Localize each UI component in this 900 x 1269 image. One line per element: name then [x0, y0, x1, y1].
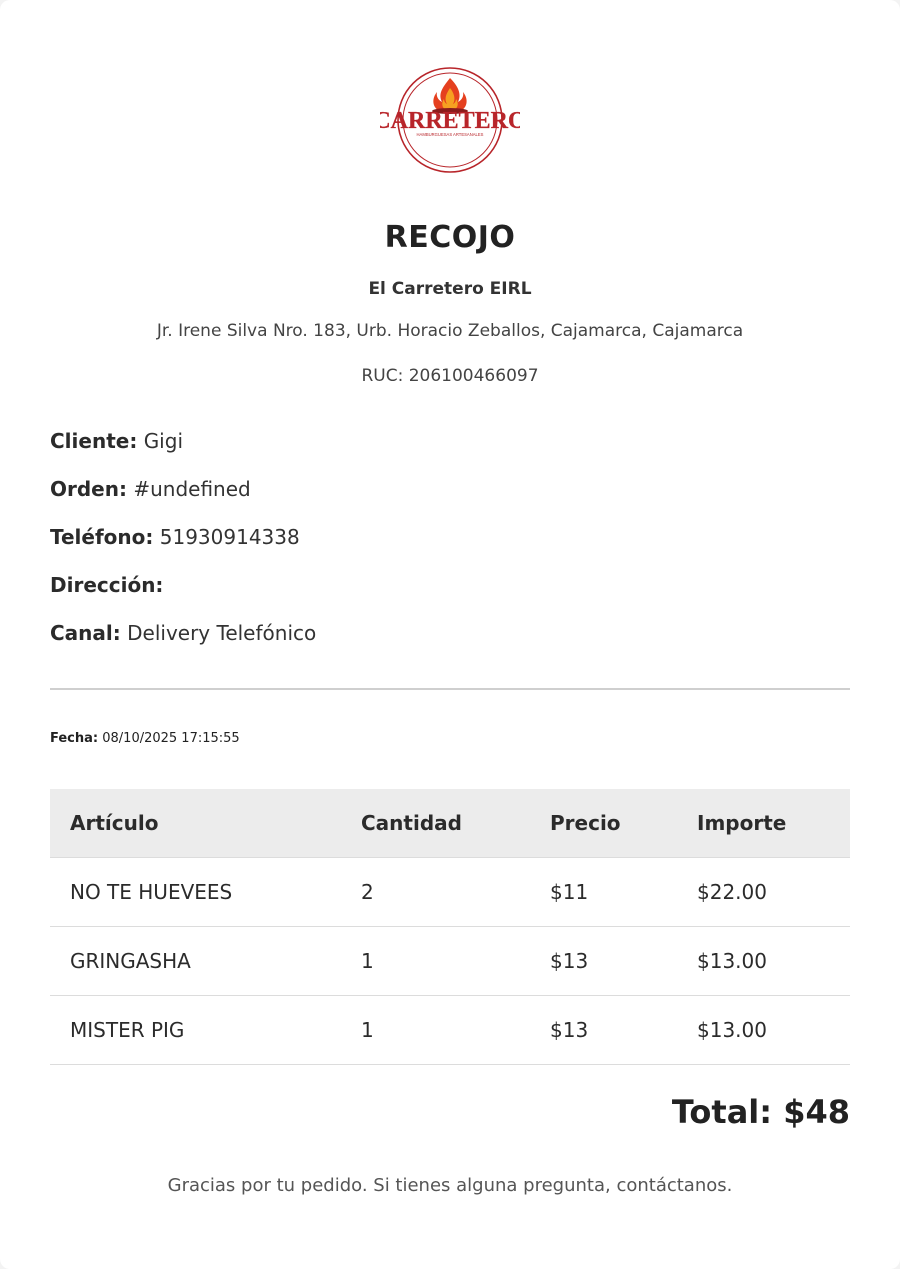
cliente-value: Gigi [143, 429, 183, 453]
cell-cantidad: 2 [341, 857, 530, 927]
cell-precio: $11 [530, 857, 677, 927]
canal-label: Canal: [50, 621, 121, 645]
cliente-label: Cliente: [50, 429, 138, 453]
carretero-logo: CARRETERO HAMBURGUESAS ARTESANALES [380, 67, 520, 173]
telefono-row: Teléfono: 51930914338 [50, 525, 300, 549]
svg-text:HAMBURGUESAS ARTESANALES: HAMBURGUESAS ARTESANALES [417, 132, 484, 137]
cell-precio: $13 [530, 926, 677, 996]
orden-value: #undefined [133, 477, 251, 501]
items-table: Artículo Cantidad Precio Importe NO TE H… [50, 789, 850, 1065]
cell-cantidad: 1 [341, 926, 530, 996]
cell-articulo: MISTER PIG [50, 995, 341, 1065]
cell-articulo: GRINGASHA [50, 926, 341, 996]
company-address: Jr. Irene Silva Nro. 183, Urb. Horacio Z… [156, 321, 744, 341]
direccion-label: Dirección: [50, 573, 164, 597]
canal-value: Delivery Telefónico [127, 621, 317, 645]
direccion-row: Dirección: [50, 573, 163, 597]
header-cantidad: Cantidad [341, 789, 530, 858]
cell-cantidad: 1 [341, 995, 530, 1065]
header-precio: Precio [530, 789, 677, 858]
orden-row: Orden: #undefined [50, 477, 251, 501]
canal-row: Canal: Delivery Telefónico [50, 621, 316, 645]
receipt-title: RECOJO [384, 220, 516, 255]
cell-precio: $13 [530, 995, 677, 1065]
cell-importe: $22.00 [677, 857, 850, 927]
header-importe: Importe [677, 789, 850, 858]
orden-label: Orden: [50, 477, 127, 501]
header-articulo: Artículo [50, 789, 341, 858]
table-row: NO TE HUEVEES 2 $11 $22.00 [50, 857, 850, 927]
fecha-label: Fecha: [50, 731, 99, 746]
table-header-row: Artículo Cantidad Precio Importe [50, 789, 850, 858]
cell-articulo: NO TE HUEVEES [50, 857, 341, 927]
cell-importe: $13.00 [677, 926, 850, 996]
fecha-row: Fecha: 08/10/2025 17:15:55 [50, 731, 240, 746]
company-ruc: RUC: 206100466097 [361, 366, 539, 386]
order-total: Total: $48 [671, 1093, 850, 1131]
table-row: MISTER PIG 1 $13 $13.00 [50, 995, 850, 1065]
cell-importe: $13.00 [677, 995, 850, 1065]
footer-message: Gracias por tu pedido. Si tienes alguna … [167, 1175, 733, 1196]
receipt-card: CARRETERO HAMBURGUESAS ARTESANALES RECOJ… [0, 0, 900, 1269]
table-row: GRINGASHA 1 $13 $13.00 [50, 926, 850, 996]
fecha-value: 08/10/2025 17:15:55 [102, 731, 240, 746]
company-name: El Carretero EIRL [368, 279, 532, 299]
svg-text:CARRETERO: CARRETERO [380, 108, 520, 134]
section-divider [50, 688, 850, 690]
telefono-value: 51930914338 [159, 525, 300, 549]
cliente-row: Cliente: Gigi [50, 429, 183, 453]
telefono-label: Teléfono: [50, 525, 154, 549]
